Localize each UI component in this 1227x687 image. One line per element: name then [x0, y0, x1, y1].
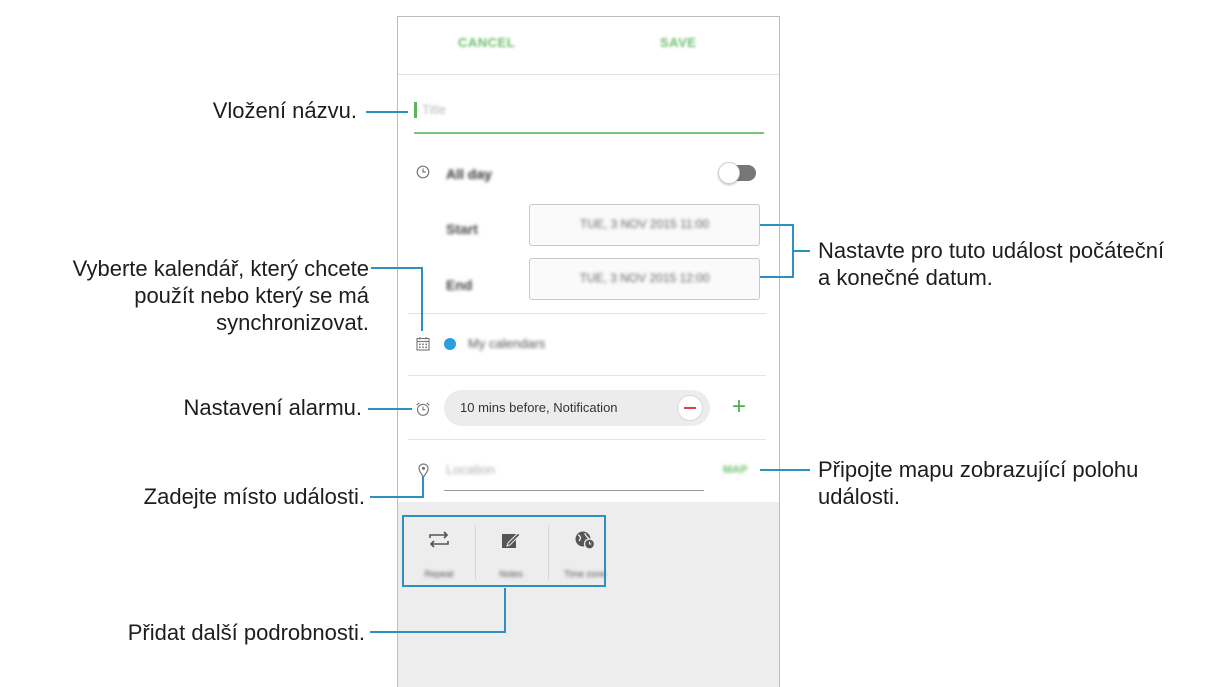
text-cursor: [414, 102, 417, 118]
annotation-title: Vložení názvu.: [212, 98, 357, 123]
add-alarm-button[interactable]: +: [732, 395, 746, 419]
all-day-label: All day: [446, 166, 492, 182]
callout-line-details-h: [370, 631, 506, 633]
title-input[interactable]: Title: [414, 92, 764, 134]
calendar-icon: [416, 337, 430, 351]
location-input[interactable]: Location: [444, 460, 704, 491]
callout-line-calendar-h: [371, 267, 423, 269]
callout-bracket-bottom: [760, 276, 794, 278]
save-button[interactable]: SAVE: [660, 35, 696, 50]
callout-line-location-h: [370, 496, 424, 498]
annotation-calendar-line3: synchronizovat.: [216, 310, 369, 335]
end-date-field[interactable]: TUE, 3 NOV 2015 12:00: [529, 258, 760, 300]
end-date-value: TUE, 3 NOV 2015 12:00: [579, 271, 710, 285]
alarm-value: 10 mins before, Notification: [460, 400, 618, 415]
divider: [408, 313, 766, 314]
annotation-calendar: Vyberte kalendář, který chcete použít ne…: [73, 255, 369, 336]
toggle-knob: [718, 162, 740, 184]
callout-line-calendar-v: [421, 267, 423, 331]
callout-line-details-v: [504, 588, 506, 633]
remove-alarm-button[interactable]: [677, 395, 703, 421]
callout-bracket-top: [760, 224, 794, 226]
calendar-color-dot: [444, 338, 456, 350]
annotation-alarm: Nastavení alarmu.: [183, 395, 362, 420]
clock-icon: [416, 165, 430, 179]
calendar-selector[interactable]: My calendars: [468, 336, 545, 351]
callout-line-map: [760, 469, 810, 471]
annotation-location: Zadejte místo události.: [143, 484, 365, 509]
end-label: End: [446, 277, 473, 293]
divider: [408, 375, 766, 376]
action-bar: CANCEL SAVE: [398, 17, 779, 75]
cancel-button[interactable]: CANCEL: [458, 35, 515, 50]
start-date-value: TUE, 3 NOV 2015 11:00: [579, 217, 710, 231]
annotation-calendar-line2: použít nebo který se má: [134, 283, 369, 308]
all-day-toggle[interactable]: [718, 162, 756, 184]
start-date-field[interactable]: TUE, 3 NOV 2015 11:00: [529, 204, 760, 246]
annotation-dates-line1: Nastavte pro tuto událost počáteční: [818, 238, 1165, 263]
annotation-calendar-line1: Vyberte kalendář, který chcete: [72, 256, 369, 281]
detail-options-highlight: [402, 515, 606, 587]
callout-line-dates: [792, 250, 810, 252]
title-placeholder: Title: [422, 102, 447, 117]
alarm-clock-icon: [416, 402, 430, 416]
callout-line-title: [366, 111, 408, 113]
start-label: Start: [446, 221, 478, 237]
callout-line-alarm: [368, 408, 412, 410]
annotation-map-line1: Připojte mapu zobrazující polohu: [818, 457, 1139, 482]
annotation-map: Připojte mapu zobrazující polohu událost…: [818, 456, 1138, 510]
annotation-dates: Nastavte pro tuto událost počáteční a ko…: [818, 237, 1164, 291]
annotation-dates-line2: a konečné datum.: [818, 265, 993, 290]
annotation-details: Přidat další podrobnosti.: [127, 620, 365, 645]
map-button[interactable]: MAP: [723, 464, 747, 476]
location-placeholder: Location: [446, 462, 496, 477]
alarm-chip[interactable]: 10 mins before, Notification: [444, 390, 710, 426]
callout-line-location-v: [422, 476, 424, 498]
divider: [408, 439, 766, 440]
annotation-map-line2: události.: [818, 484, 900, 509]
